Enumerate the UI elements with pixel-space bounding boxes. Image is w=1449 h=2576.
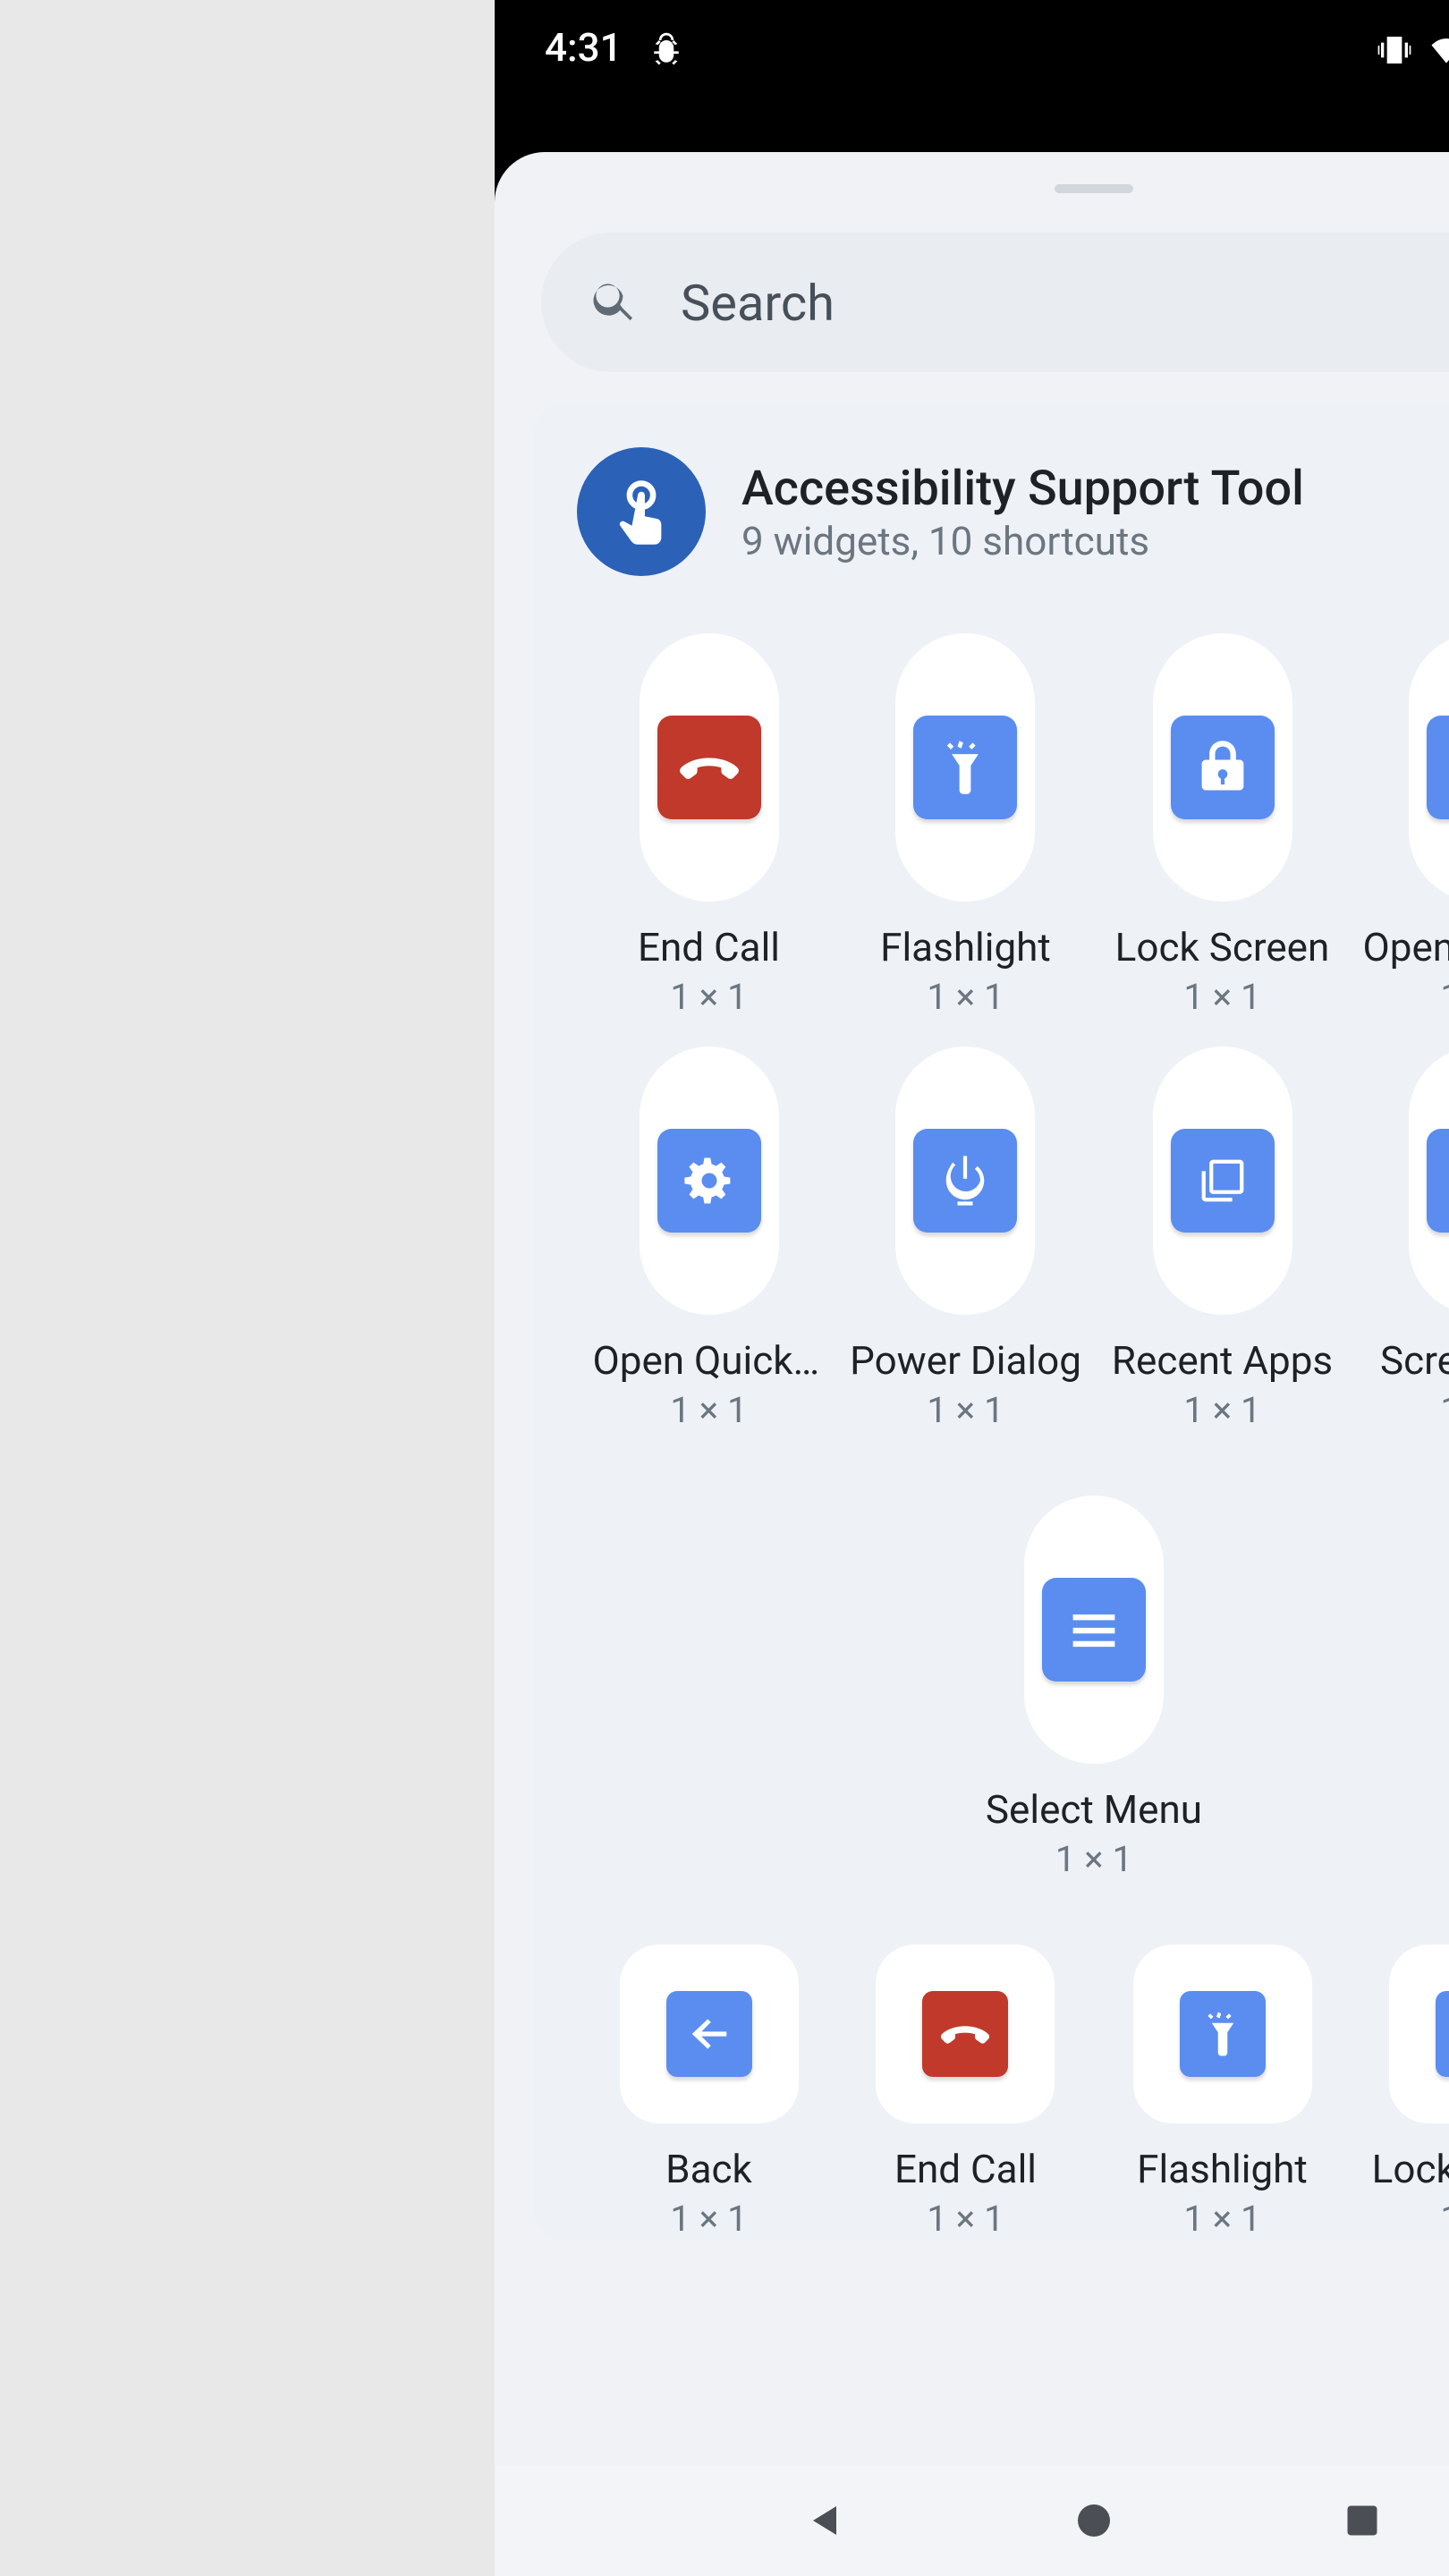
menu-icon bbox=[1063, 1599, 1124, 1660]
widget-label: Flashlight bbox=[880, 927, 1051, 971]
widget-power-dialog[interactable]: Power Dialog 1 × 1 bbox=[837, 1046, 1094, 1431]
widget-label: Open Quick Settings bbox=[593, 1340, 826, 1385]
nav-back-button[interactable] bbox=[799, 2494, 852, 2547]
section-title: Accessibility Support Tool bbox=[741, 459, 1449, 516]
widget-recent-apps[interactable]: Recent Apps 1 × 1 bbox=[1094, 1046, 1351, 1431]
wifi-icon bbox=[1427, 30, 1449, 69]
widget-size: 1 × 1 bbox=[1183, 975, 1260, 1018]
widget-size: 1 × 1 bbox=[1440, 1388, 1449, 1431]
phone-hangup-icon bbox=[941, 2009, 991, 2059]
widget-size: 1 × 1 bbox=[1183, 2197, 1260, 2240]
arrow-left-icon bbox=[684, 2009, 734, 2059]
debug-icon bbox=[648, 30, 687, 69]
navigation-bar bbox=[495, 2465, 1449, 2576]
widget-open-quick-settings[interactable]: Open Quick Settings 1 × 1 bbox=[580, 1046, 837, 1431]
status-time: 4:31 bbox=[545, 27, 623, 72]
recents-icon bbox=[1192, 1150, 1253, 1211]
shortcut-lock-screen[interactable]: Lock Screen 1 × 1 bbox=[1351, 1945, 1449, 2240]
nav-back-icon bbox=[804, 2499, 847, 2542]
widget-grid: End Call 1 × 1 Flashlight 1 × 1 Lock Scr… bbox=[566, 597, 1449, 1431]
section-subtitle: 9 widgets, 10 shortcuts bbox=[741, 520, 1449, 564]
widget-label: Power Dialog bbox=[850, 1340, 1081, 1385]
widget-label: Lock Screen bbox=[1115, 927, 1330, 971]
widget-select-menu[interactable]: Select Menu 1 × 1 bbox=[580, 1496, 1449, 1880]
nav-recents-icon bbox=[1343, 2501, 1382, 2540]
lock-icon bbox=[1192, 737, 1253, 798]
gear-icon bbox=[679, 1150, 740, 1211]
widget-label: Screenshot bbox=[1380, 1340, 1449, 1385]
widget-size: 1 × 1 bbox=[927, 975, 1004, 1018]
widget-screenshot[interactable]: Screenshot 1 × 1 bbox=[1351, 1046, 1449, 1431]
flashlight-icon bbox=[1198, 2009, 1248, 2059]
shortcut-grid: Back 1 × 1 End Call 1 × 1 Flashlight 1 ×… bbox=[566, 1880, 1449, 2240]
shortcut-flashlight[interactable]: Flashlight 1 × 1 bbox=[1094, 1945, 1351, 2240]
widget-label: Flashlight bbox=[1137, 2148, 1308, 2193]
widget-label: End Call bbox=[894, 2148, 1037, 2193]
widget-size: 1 × 1 bbox=[1183, 1388, 1260, 1431]
widget-section: Accessibility Support Tool 9 widgets, 10… bbox=[534, 404, 1449, 2240]
section-header[interactable]: Accessibility Support Tool 9 widgets, 10… bbox=[566, 447, 1449, 597]
flashlight-icon bbox=[936, 737, 996, 798]
nav-recents-button[interactable] bbox=[1335, 2494, 1389, 2547]
widget-size: 1 × 1 bbox=[670, 2197, 747, 2240]
widget-label: Lock Screen bbox=[1372, 2148, 1449, 2193]
widget-label: Open Notifications bbox=[1363, 927, 1449, 971]
power-icon bbox=[936, 1150, 996, 1211]
widget-end-call[interactable]: End Call 1 × 1 bbox=[580, 633, 837, 1018]
nav-home-button[interactable] bbox=[1067, 2494, 1121, 2547]
search-placeholder: Search bbox=[681, 273, 835, 332]
widget-size: 1 × 1 bbox=[1440, 975, 1449, 1018]
nav-home-icon bbox=[1072, 2499, 1115, 2542]
widget-label: Back bbox=[665, 2148, 752, 2193]
widget-label: Select Menu bbox=[986, 1789, 1202, 1834]
widget-flashlight[interactable]: Flashlight 1 × 1 bbox=[837, 633, 1094, 1018]
shortcut-end-call[interactable]: End Call 1 × 1 bbox=[837, 1945, 1094, 2240]
widget-lock-screen[interactable]: Lock Screen 1 × 1 bbox=[1094, 633, 1351, 1018]
status-bar: 4:31 78% bbox=[495, 0, 1449, 98]
widget-size: 1 × 1 bbox=[1440, 2197, 1449, 2240]
app-icon bbox=[577, 447, 706, 576]
touch-icon bbox=[604, 474, 679, 549]
shortcut-back[interactable]: Back 1 × 1 bbox=[580, 1945, 837, 2240]
widget-size: 1 × 1 bbox=[670, 1388, 747, 1431]
phone-hangup-icon bbox=[679, 737, 740, 798]
widget-picker-sheet: Search Accessibility Support Tool 9 widg… bbox=[495, 152, 1449, 2465]
widget-label: End Call bbox=[638, 927, 780, 971]
widget-size: 1 × 1 bbox=[1055, 1837, 1132, 1880]
widget-grid: Select Menu 1 × 1 bbox=[566, 1431, 1449, 1880]
vibrate-icon bbox=[1377, 31, 1412, 67]
sheet-drag-handle[interactable] bbox=[1055, 184, 1133, 193]
search-input[interactable]: Search bbox=[541, 233, 1449, 372]
search-icon bbox=[588, 275, 641, 329]
widget-size: 1 × 1 bbox=[927, 1388, 1004, 1431]
widget-label: Recent Apps bbox=[1112, 1340, 1333, 1385]
widget-size: 1 × 1 bbox=[927, 2197, 1004, 2240]
widget-size: 1 × 1 bbox=[670, 975, 747, 1018]
widget-open-notifications[interactable]: Open Notifications 1 × 1 bbox=[1351, 633, 1449, 1018]
